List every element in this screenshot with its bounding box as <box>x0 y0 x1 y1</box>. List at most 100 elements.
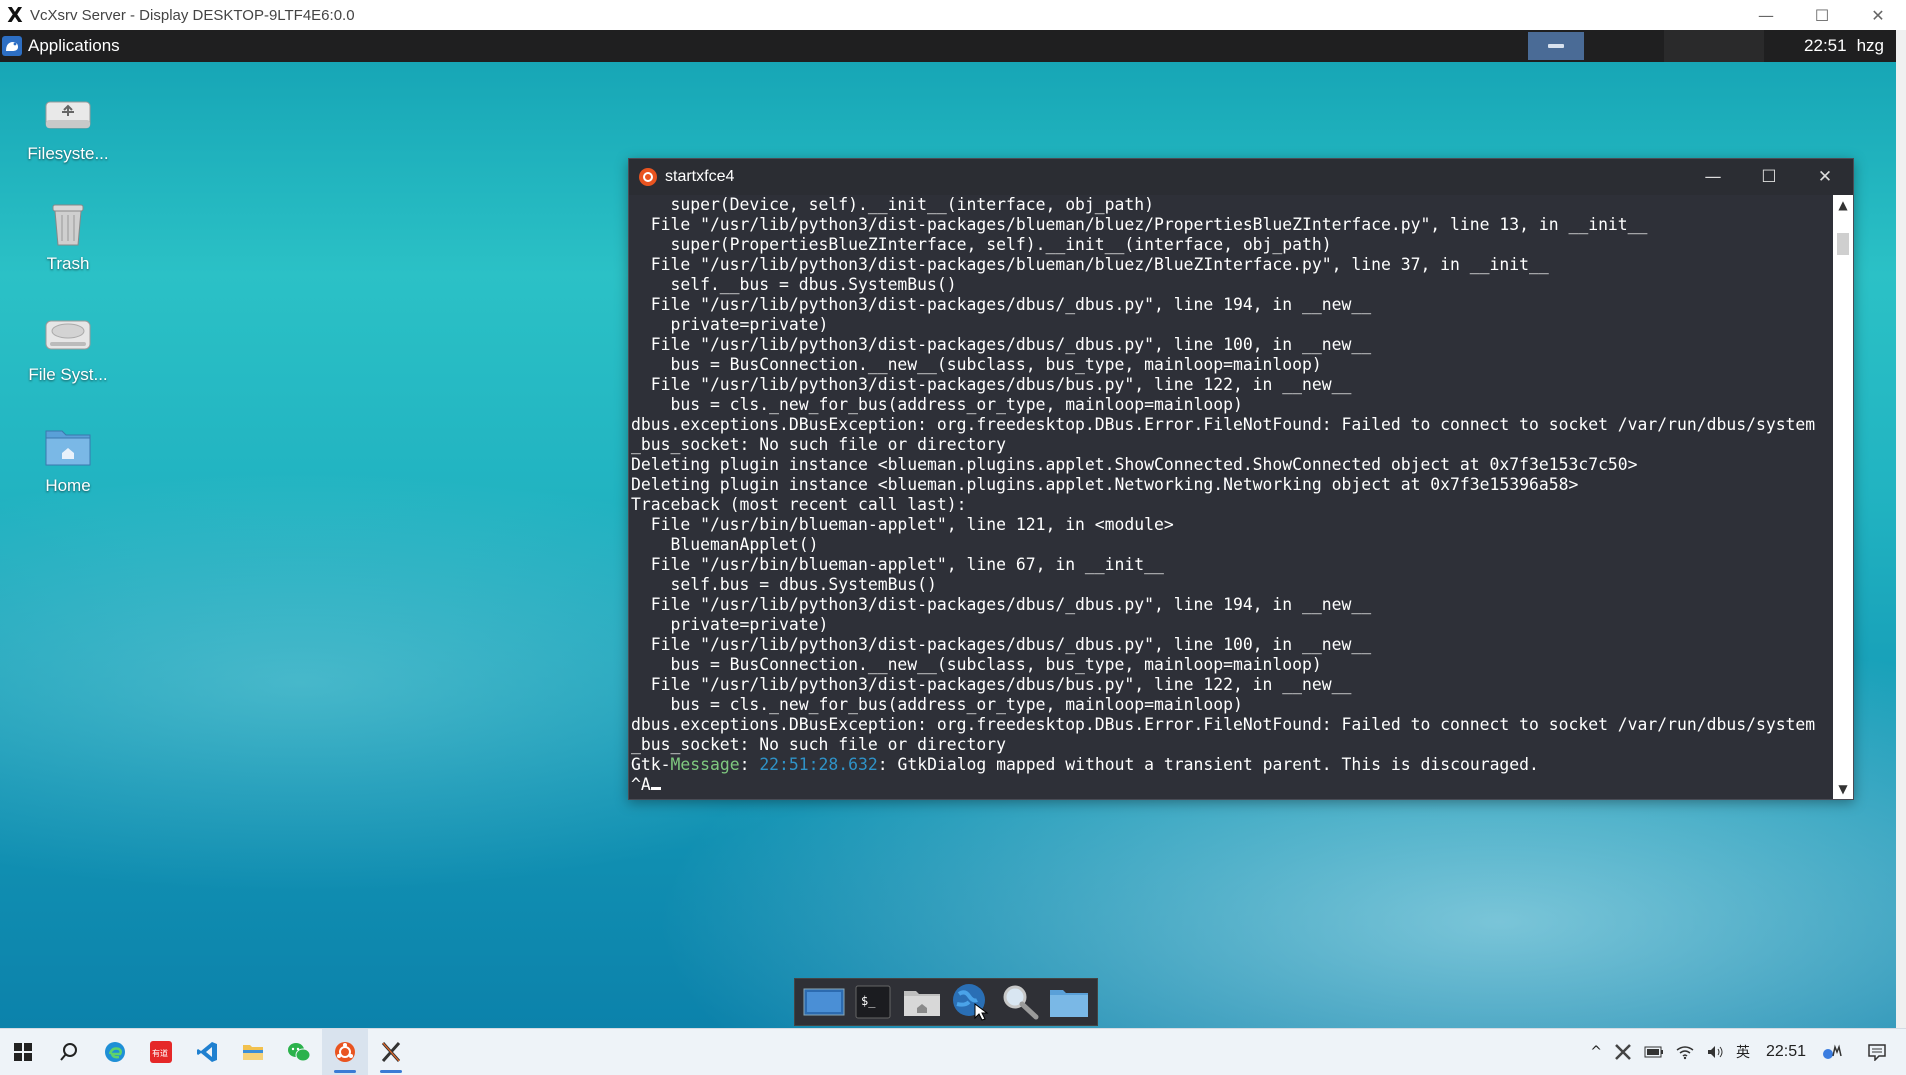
terminal-line: File "/usr/bin/blueman-applet", line 121… <box>631 515 1174 534</box>
terminal-line: File "/usr/lib/python3/dist-packages/dbu… <box>631 375 1352 394</box>
gtk-sep1: : <box>739 755 760 774</box>
trash-icon <box>42 198 94 250</box>
search-icon <box>60 1043 77 1061</box>
dock-terminal[interactable]: $_ <box>851 982 895 1022</box>
tray-overflow-chevron-icon[interactable]: ^ <box>1584 1029 1608 1075</box>
terminal-line: Deleting plugin instance <blueman.plugin… <box>631 455 1638 474</box>
task-button-bar <box>1548 44 1565 48</box>
vcxsrv-logo-icon: X <box>7 3 23 27</box>
terminal-line: File "/usr/lib/python3/dist-packages/blu… <box>631 255 1549 274</box>
gtk-tag: Message <box>670 755 740 774</box>
terminal-line: self.__bus = dbus.SystemBus() <box>631 275 957 294</box>
desktop-icon-label: Home <box>45 476 91 495</box>
tray-wifi-icon[interactable] <box>1670 1029 1700 1075</box>
terminal-line: super(PropertiesBlueZInterface, self).__… <box>631 235 1332 254</box>
taskbar-start-button[interactable] <box>0 1029 46 1075</box>
scroll-down-arrow-icon[interactable]: ▼ <box>1833 779 1853 799</box>
gtk-message-line: Gtk-Message: 22:51:28.632: GtkDialog map… <box>629 755 1831 775</box>
applications-label: Applications <box>28 36 120 55</box>
wechat-icon <box>288 1043 311 1062</box>
taskbar-wechat[interactable] <box>276 1029 322 1075</box>
terminal-line: File "/usr/lib/python3/dist-packages/dbu… <box>631 295 1372 314</box>
taskbar-vscode[interactable] <box>184 1029 230 1075</box>
ubuntu-icon <box>335 1042 355 1062</box>
terminal-line: bus = BusConnection.__new__(subclass, bu… <box>631 655 1322 674</box>
dock-home-files[interactable] <box>900 982 944 1022</box>
dock-folder[interactable] <box>1047 982 1091 1022</box>
taskbar-file-explorer[interactable] <box>230 1029 276 1075</box>
terminal-titlebar[interactable]: startxfce4 — ☐ ✕ <box>629 159 1853 195</box>
tray-ime-indicator[interactable]: 英 <box>1730 1029 1756 1075</box>
host-window-title: VcXsrv Server - Display DESKTOP-9LTF4E6:… <box>30 6 355 24</box>
tray-volume-icon[interactable] <box>1700 1029 1730 1075</box>
folder-icon <box>1049 990 1088 1017</box>
ubuntu-icon <box>639 168 657 186</box>
desktop-icon-filesystem-disk[interactable]: File Syst... <box>13 309 123 385</box>
terminal-icon: $_ <box>855 985 890 1019</box>
terminal-line: File "/usr/lib/python3/dist-packages/dbu… <box>631 635 1372 654</box>
panel-user[interactable]: hzg <box>1857 36 1884 56</box>
tray-vcxsrv-icon[interactable] <box>1608 1029 1638 1075</box>
edge-browser-icon <box>105 1042 125 1062</box>
youdao-dict-icon: 有道 <box>150 1041 172 1063</box>
terminal-line: BluemanApplet() <box>631 535 819 554</box>
scroll-up-arrow-icon[interactable]: ▲ <box>1833 195 1853 215</box>
terminal-line: private=private) <box>631 615 829 634</box>
host-titlebar: X VcXsrv Server - Display DESKTOP-9LTF4E… <box>0 0 1906 30</box>
terminal-scrollbar[interactable]: ▲ ▼ <box>1833 195 1853 799</box>
tray-battery-icon[interactable] <box>1638 1029 1670 1075</box>
terminal-lines: super(Device, self).__init__(interface, … <box>629 195 1831 755</box>
host-window-controls: — ☐ ✕ <box>1738 0 1906 30</box>
taskbar-vcxsrv[interactable] <box>368 1029 414 1075</box>
notification-icon[interactable] <box>1848 1029 1906 1075</box>
scroll-thumb[interactable] <box>1837 233 1849 255</box>
xfce-top-panel: Applications 22:51 hzg <box>0 30 1896 62</box>
taskbar-search-button[interactable] <box>46 1029 92 1075</box>
terminal-close-button[interactable]: ✕ <box>1797 159 1853 195</box>
dock-show-desktop[interactable] <box>802 982 846 1022</box>
window-task-button[interactable] <box>1528 32 1585 60</box>
vscode-icon <box>197 1042 217 1062</box>
terminal-window-controls: — ☐ ✕ <box>1685 159 1853 195</box>
terminal-output[interactable]: super(Device, self).__init__(interface, … <box>629 195 1831 799</box>
terminal-line: _bus_socket: No such file or directory <box>631 735 1006 754</box>
terminal-line: File "/usr/lib/python3/dist-packages/dbu… <box>631 675 1352 694</box>
dock-web-browser[interactable] <box>949 982 993 1022</box>
tray-clock[interactable]: 22:51 <box>1756 1043 1816 1061</box>
terminal-line: File "/usr/bin/blueman-applet", line 67,… <box>631 555 1164 574</box>
host-close-button[interactable]: ✕ <box>1850 0 1906 30</box>
file-explorer-icon <box>243 1045 263 1060</box>
desktop-icon-label: Filesyste... <box>27 144 109 163</box>
panel-clock[interactable]: 22:51 <box>1804 36 1847 56</box>
windows-start-icon <box>14 1043 32 1061</box>
gtk-text: GtkDialog mapped without a transient par… <box>897 755 1539 774</box>
terminal-line: File "/usr/lib/python3/dist-packages/dbu… <box>631 595 1372 614</box>
prompt-line[interactable]: ^A <box>629 775 1831 795</box>
right-window-edge <box>1896 30 1906 1028</box>
host-maximize-button[interactable]: ☐ <box>1794 0 1850 30</box>
terminal-maximize-button[interactable]: ☐ <box>1741 159 1797 195</box>
terminal-minimize-button[interactable]: — <box>1685 159 1741 195</box>
desktop-icon-label: Trash <box>46 254 90 273</box>
tray-meet-icon[interactable] <box>1816 1029 1848 1075</box>
terminal-window[interactable]: startxfce4 — ☐ ✕ super(Device, self).__i… <box>628 158 1854 800</box>
prompt-text: ^A <box>631 775 651 794</box>
desktop-icon-filesystem-usb[interactable]: Filesyste... <box>13 88 123 164</box>
terminal-line: File "/usr/lib/python3/dist-packages/dbu… <box>631 335 1372 354</box>
web-browser-icon <box>952 984 988 1021</box>
terminal-line: dbus.exceptions.DBusException: org.freed… <box>631 715 1816 734</box>
system-tray: ^ 英 22:51 <box>1584 1029 1906 1075</box>
youdao-glyph: 有道 <box>152 1048 168 1058</box>
desktop-icon-home[interactable]: Home <box>13 420 123 496</box>
taskbar-edge[interactable] <box>92 1029 138 1075</box>
terminal-title: startxfce4 <box>665 168 735 185</box>
workspace-switcher[interactable] <box>1664 30 1765 62</box>
windows-taskbar: 有道 ^ 英 22:51 <box>0 1028 1906 1075</box>
desktop-icon-trash[interactable]: Trash <box>13 198 123 274</box>
host-minimize-button[interactable]: — <box>1738 0 1794 30</box>
applications-menu-button[interactable]: Applications <box>0 30 126 62</box>
terminal-line: _bus_socket: No such file or directory <box>631 435 1006 454</box>
taskbar-ubuntu[interactable] <box>322 1029 368 1075</box>
dock-app-finder[interactable] <box>998 982 1042 1022</box>
taskbar-youdao[interactable]: 有道 <box>138 1029 184 1075</box>
